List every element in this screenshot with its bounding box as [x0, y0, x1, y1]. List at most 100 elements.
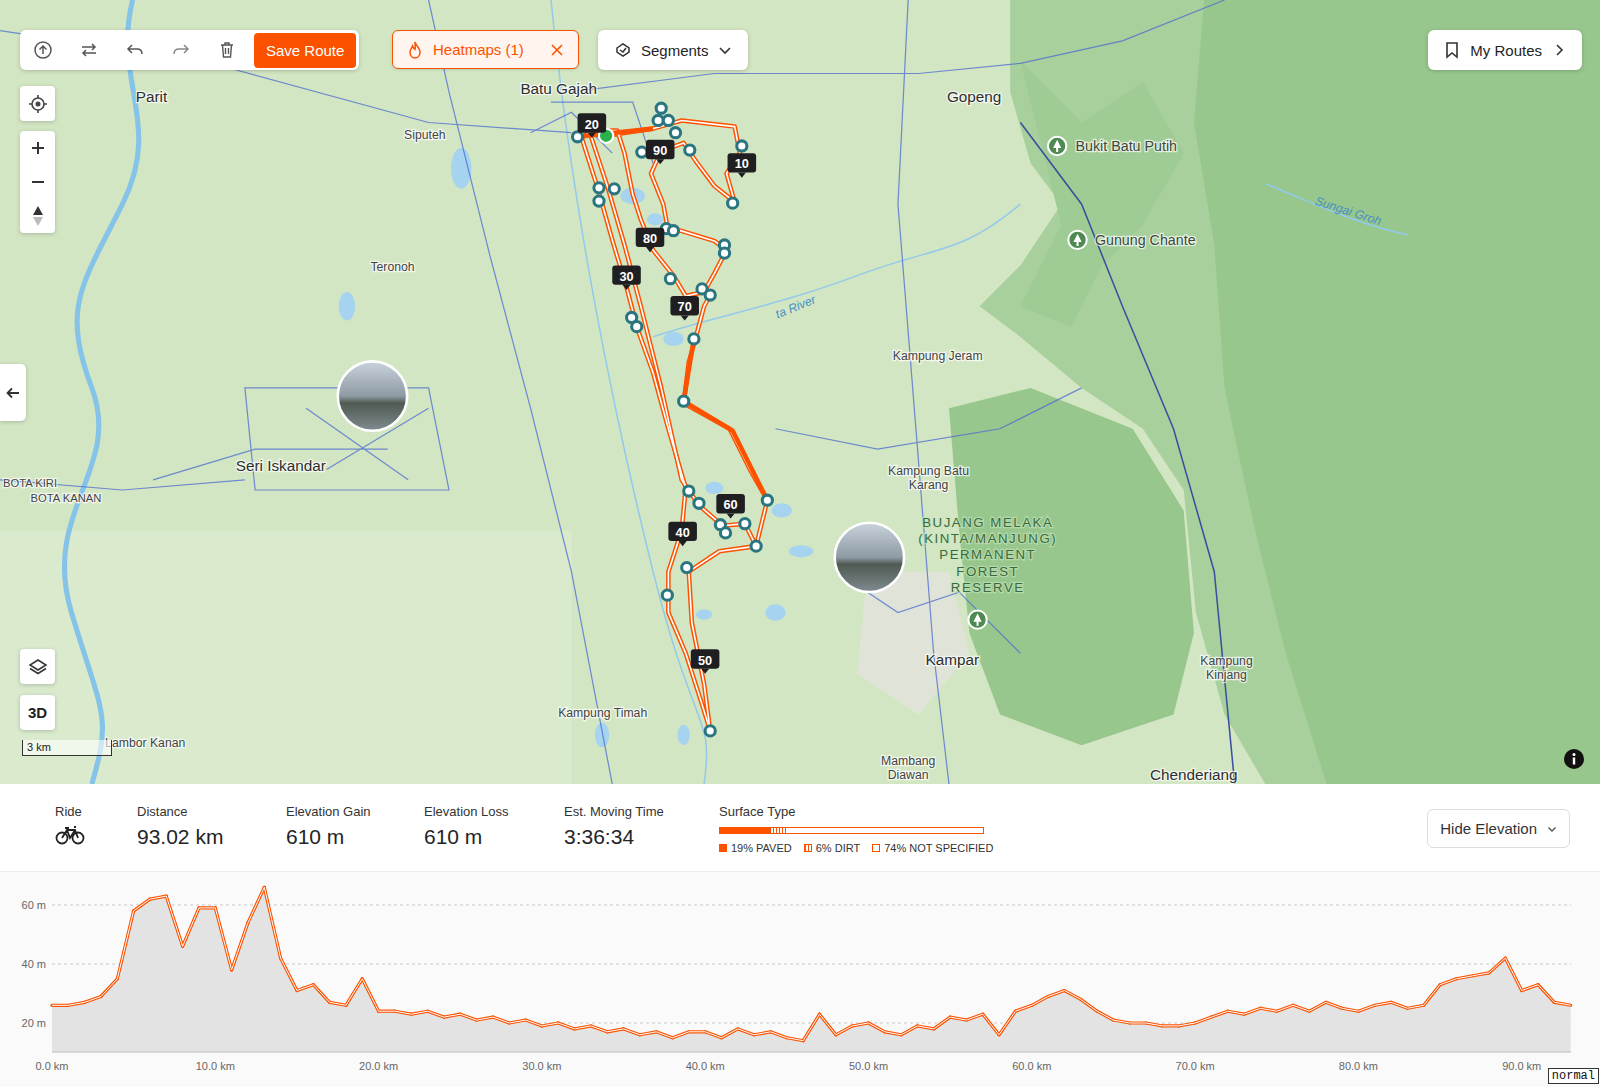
map-canvas[interactable]: 209010803070604050ParitBatu GajahGopengS… [0, 0, 1600, 784]
waypoint-pin[interactable] [719, 248, 729, 258]
undo-button[interactable] [112, 30, 158, 70]
km-marker-label: 30 [619, 269, 633, 284]
waypoint-pin[interactable] [762, 495, 772, 505]
heatmaps-label: Heatmaps (1) [433, 41, 524, 58]
x-tick-label: 10.0 km [196, 1060, 235, 1072]
waypoint-pin[interactable] [705, 726, 715, 736]
route-line-inner [582, 120, 768, 730]
legend-label: 19% PAVED [731, 842, 792, 854]
place-label-line: BOTA KIRI [3, 477, 57, 489]
place-label: BOTA KIRI [3, 477, 57, 489]
chevron-right-icon [1552, 43, 1566, 57]
waypoint-pin[interactable] [663, 115, 673, 125]
place-label-line: Kampar [926, 651, 980, 668]
route-toolbar: Save Route [20, 30, 359, 70]
waypoint-pin[interactable] [679, 396, 689, 406]
scale-bar: 3 km [22, 740, 112, 756]
waypoint-pin[interactable] [705, 290, 715, 300]
compass-button[interactable] [20, 199, 55, 233]
waypoint-pin[interactable] [684, 486, 694, 496]
waypoint-pin[interactable] [740, 519, 750, 529]
waypoint-pin[interactable] [662, 590, 672, 600]
km-marker-label: 50 [698, 653, 712, 668]
place-label-line: Bukit Batu Putih [1076, 138, 1177, 154]
plus-icon [30, 140, 46, 156]
hide-elevation-dropdown[interactable]: Hide Elevation [1427, 809, 1570, 848]
waypoint-pin[interactable] [689, 334, 699, 344]
place-label: Lambor Kanan [105, 736, 185, 750]
km-marker-pointer [622, 285, 630, 290]
waypoint-pin[interactable] [751, 541, 761, 551]
photo[interactable] [835, 523, 904, 592]
minus-icon [30, 174, 46, 190]
grid-line [52, 905, 1571, 906]
surface-title: Surface Type [719, 804, 1019, 819]
segments-dropdown[interactable]: Segments [598, 30, 748, 70]
place-label-line: Sungai Groh [1313, 194, 1383, 229]
km-marker: 20 [578, 113, 607, 138]
map[interactable]: 209010803070604050ParitBatu GajahGopengS… [0, 0, 1600, 784]
route-line[interactable] [582, 120, 768, 730]
waypoint-pin[interactable] [656, 103, 666, 113]
waypoint-pin[interactable] [665, 274, 675, 284]
redo-icon [171, 40, 191, 60]
waypoint-pin[interactable] [694, 498, 704, 508]
route-line[interactable] [590, 133, 756, 546]
place-label: MambangDiawan [881, 754, 936, 782]
close-icon[interactable] [550, 43, 564, 57]
photo-thumbnail[interactable] [338, 361, 407, 430]
x-tick-label: 40.0 km [686, 1060, 725, 1072]
waypoint-pin[interactable] [682, 562, 692, 572]
waypoint-pin[interactable] [685, 145, 695, 155]
my-routes-button[interactable]: My Routes [1428, 30, 1582, 70]
segments-icon [614, 41, 632, 59]
place-label: ta River [773, 292, 818, 321]
place-label-line: BUJANG MELAKA [922, 515, 1053, 530]
surface-bar-segment [720, 828, 770, 833]
redo-button[interactable] [158, 30, 204, 70]
waypoint-pin[interactable] [728, 198, 738, 208]
elevation-chart[interactable]: 60 m40 m20 m0.0 km10.0 km20.0 km30.0 km4… [0, 872, 1600, 1087]
photo-thumbnail[interactable] [835, 523, 904, 592]
km-marker-pointer [588, 133, 596, 138]
reverse-button[interactable] [66, 30, 112, 70]
km-marker-badge [716, 494, 745, 513]
waypoint-pin[interactable] [670, 128, 680, 138]
layers-button[interactable] [20, 649, 55, 684]
waypoint-pin[interactable] [594, 196, 604, 206]
place-label: Kampung Jeram [893, 349, 983, 363]
waypoint-pin[interactable] [594, 183, 604, 193]
place-label-line: BOTA KANAN [31, 492, 102, 504]
x-tick-label: 70.0 km [1176, 1060, 1215, 1072]
zoom-in-button[interactable] [20, 131, 55, 165]
heatmaps-chip[interactable]: Heatmaps (1) [392, 30, 579, 69]
waypoint-pin[interactable] [737, 141, 747, 151]
place-label: Kampung BatuKarang [888, 464, 969, 492]
waypoint-pin[interactable] [720, 528, 730, 538]
collapse-sidebar-button[interactable] [0, 364, 26, 421]
delete-button[interactable] [204, 30, 250, 70]
elevation-plot[interactable]: 60 m40 m20 m0.0 km10.0 km20.0 km30.0 km4… [0, 872, 1600, 1087]
zoom-out-button[interactable] [20, 165, 55, 199]
locate-button[interactable] [20, 86, 55, 121]
km-marker-pointer [679, 541, 687, 546]
3d-button[interactable]: 3D [20, 695, 55, 730]
stat-label: Distance [137, 804, 286, 819]
waypoint-pin[interactable] [609, 184, 619, 194]
waypoint-pin[interactable] [668, 226, 678, 236]
photo[interactable] [338, 361, 407, 430]
place-label: Bukit Batu Putih [1076, 138, 1177, 154]
legend-label: 74% NOT SPECIFIED [884, 842, 993, 854]
waypoint-pin[interactable] [572, 132, 582, 142]
crosshair-icon [28, 94, 48, 114]
info-icon[interactable] [1563, 748, 1585, 770]
heatmap-roads [0, 0, 1224, 784]
place-label: KampungKinjang [1200, 654, 1253, 682]
place-label-line: Kampung Timah [558, 706, 647, 720]
waypoint-pin[interactable] [637, 147, 647, 157]
save-route-button[interactable]: Save Route [254, 33, 356, 68]
activity-type[interactable]: Ride [55, 804, 137, 845]
waypoint-pin[interactable] [632, 322, 642, 332]
flame-icon [407, 41, 423, 59]
upload-button[interactable] [20, 30, 66, 70]
